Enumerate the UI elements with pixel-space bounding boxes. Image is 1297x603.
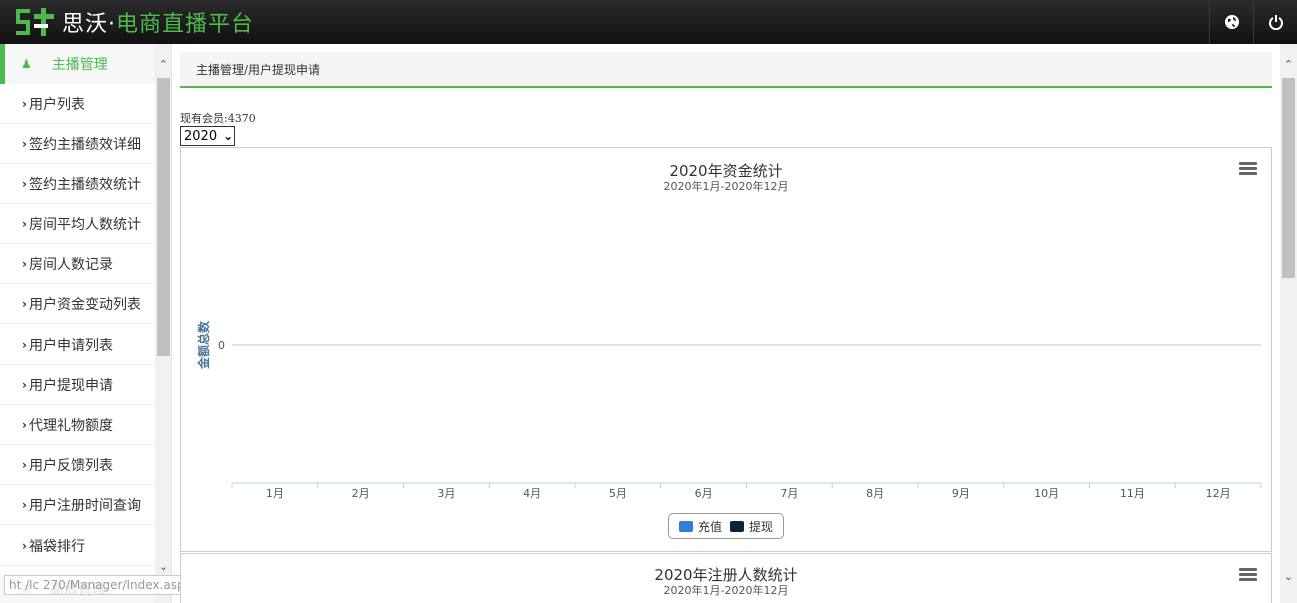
- chevron-right-icon: ›: [22, 417, 27, 432]
- globe-icon: [1224, 15, 1239, 29]
- x-tick-label: 11月: [1120, 487, 1145, 500]
- scroll-down-icon[interactable]: ⌄: [155, 558, 171, 575]
- brand-title: 思沃·电商直播平台: [62, 12, 255, 37]
- sidebar-item-room-avg-stats[interactable]: › 房间平均人数统计: [0, 204, 155, 244]
- sidebar-item-fund-changes[interactable]: › 用户资金变动列表: [0, 284, 155, 324]
- breadcrumb: 主播管理/用户提现申请: [180, 52, 1272, 88]
- main-content: 主播管理/用户提现申请 现有会员:4370 2020 ⌄ 2020年资金统计 2…: [172, 44, 1280, 603]
- legend-item-withdraw[interactable]: 提现: [730, 518, 773, 535]
- logo-icon: [16, 8, 54, 36]
- brand-logo[interactable]: 思沃·电商直播平台: [14, 6, 254, 38]
- x-tick-label: 8月: [866, 487, 884, 500]
- chevron-right-icon: ›: [22, 377, 27, 392]
- chevron-down-icon: ⌄: [223, 129, 234, 143]
- top-bar: 思沃·电商直播平台: [0, 0, 1297, 44]
- sidebar: ♟ 主播管理 › 用户列表 › 签约主播绩效详细 › 签约主播绩效统计 › 房间平均人数…: [0, 44, 172, 603]
- chevron-right-icon: ›: [22, 176, 27, 191]
- chart-plot: 金额总数 0 1月 2月 3月 4月 5月 6月 7月 8月 9月 10月 11月 12月: [196, 320, 1262, 500]
- sidebar-item-contract-perf-detail[interactable]: › 签约主播绩效详细: [0, 124, 155, 164]
- sidebar-item-user-list[interactable]: › 用户列表: [0, 84, 155, 124]
- x-tick-label: 4月: [523, 487, 541, 500]
- legend-item-recharge[interactable]: 充值: [679, 518, 722, 535]
- chevron-right-icon: ›: [22, 457, 27, 472]
- status-bar-url: ht /lc 270/Manager/Index.aspx: [4, 575, 197, 595]
- x-tick-label: 2月: [352, 487, 370, 500]
- sidebar-section-anchor-management[interactable]: ♟ 主播管理: [0, 44, 155, 84]
- chevron-right-icon: ›: [22, 216, 27, 231]
- y-tick-label: 0: [218, 339, 225, 352]
- x-tick-label: 5月: [609, 487, 627, 500]
- sidebar-item-lucky-bag-ranking[interactable]: › 福袋排行: [0, 526, 155, 566]
- chevron-right-icon: ›: [22, 497, 27, 512]
- chevron-right-icon: ›: [22, 337, 27, 352]
- scroll-down-icon[interactable]: ⌄: [1280, 568, 1297, 585]
- x-tick-label: 12月: [1206, 487, 1231, 500]
- chart-subtitle: 2020年1月-2020年12月: [663, 584, 789, 597]
- x-tick-label: 7月: [780, 487, 798, 500]
- power-button[interactable]: [1253, 0, 1297, 44]
- globe-button[interactable]: [1209, 0, 1253, 44]
- legend-swatch: [679, 520, 693, 532]
- sidebar-item-contract-perf-stats[interactable]: › 签约主播绩效统计: [0, 164, 155, 204]
- sidebar-item-room-count-log[interactable]: › 房间人数记录: [0, 244, 155, 284]
- sidebar-scrollbar-thumb[interactable]: [157, 78, 170, 356]
- sidebar-item-register-time-query[interactable]: › 用户注册时间查询: [0, 485, 155, 525]
- fund-chart: 2020年资金统计 2020年1月-2020年12月 金额总数 0 1月 2月 3月 4月…: [180, 147, 1272, 552]
- member-count: 现有会员:4370: [180, 112, 256, 125]
- chart-menu-icon[interactable]: [1239, 568, 1257, 582]
- breadcrumb-text: 主播管理/用户提现申请: [196, 62, 321, 77]
- x-tick-label: 9月: [952, 487, 970, 500]
- sidebar-item-withdraw-requests[interactable]: › 用户提现申请: [0, 365, 155, 405]
- chevron-right-icon: ›: [22, 538, 27, 553]
- legend-swatch: [730, 520, 745, 532]
- sidebar-item-user-applications[interactable]: › 用户申请列表: [0, 325, 155, 365]
- sidebar-item-agent-gift-quota[interactable]: › 代理礼物额度: [0, 405, 155, 445]
- chevron-right-icon: ›: [22, 296, 27, 311]
- x-tick-label: 6月: [695, 487, 713, 500]
- x-tick-label: 3月: [437, 487, 455, 500]
- main-scrollbar-thumb[interactable]: [1282, 78, 1295, 278]
- chart-legend: 充值 提现: [668, 513, 785, 539]
- power-icon: [1268, 15, 1283, 30]
- register-chart: 2020年注册人数统计 2020年1月-2020年12月: [180, 553, 1272, 603]
- chevron-right-icon: ›: [22, 96, 27, 111]
- scroll-up-icon[interactable]: ⌃: [155, 56, 171, 73]
- chevron-right-icon: ›: [22, 256, 27, 271]
- chevron-right-icon: ›: [22, 136, 27, 151]
- year-select[interactable]: 2020 ⌄: [180, 126, 235, 146]
- year-select-value: 2020: [184, 128, 218, 144]
- user-icon: ♟: [21, 57, 32, 71]
- sidebar-item-feedback-list[interactable]: › 用户反馈列表: [0, 445, 155, 485]
- y-axis-label: 金额总数: [196, 320, 211, 370]
- x-tick-label: 10月: [1034, 487, 1059, 500]
- sidebar-section-label: 主播管理: [51, 57, 108, 73]
- scroll-up-icon[interactable]: ⌃: [1280, 56, 1297, 73]
- x-tick-label: 1月: [266, 487, 284, 500]
